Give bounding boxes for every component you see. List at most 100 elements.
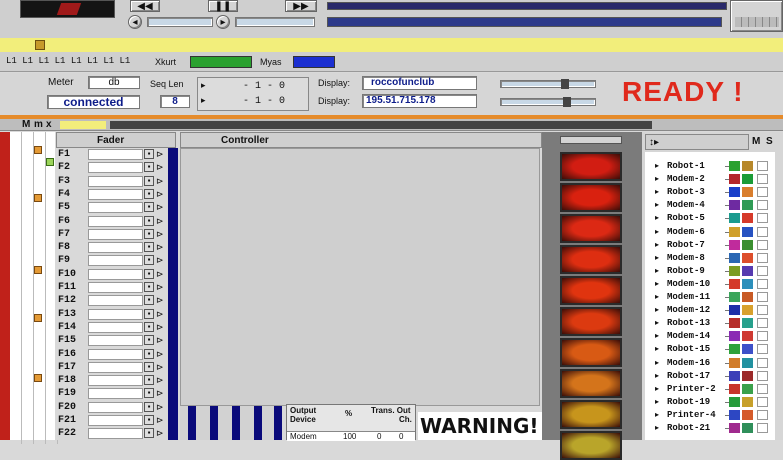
module-color-1[interactable] [729,357,740,368]
module-select-checkbox[interactable] [757,396,768,407]
module-row[interactable]: ▸ Modem-14 [645,330,775,342]
track-cell[interactable] [22,156,34,168]
track-cell[interactable] [22,408,34,420]
fader-mini-icon[interactable]: ▪ [144,202,154,213]
module-color-2[interactable] [742,396,753,407]
fader-play-icon[interactable]: ⊳ [156,428,168,438]
track-cell[interactable] [34,324,46,336]
module-color-2[interactable] [742,331,753,342]
module-select-checkbox[interactable] [757,265,768,276]
module-row[interactable]: ▸ Robot-9 [645,265,775,277]
left-knob-button[interactable]: ◂ [128,15,142,29]
track-cell[interactable] [10,288,22,300]
module-select-checkbox[interactable] [757,357,768,368]
right-slider[interactable] [235,17,315,27]
module-select-checkbox[interactable] [757,278,768,289]
level-slider-2[interactable] [500,97,596,107]
fader-row[interactable]: F20 ▪ ⊳ [56,401,171,414]
track-cell[interactable] [22,240,34,252]
seq-down-icon[interactable]: ▸ [201,96,206,106]
track-cell[interactable] [34,336,46,348]
fader-mini-icon[interactable]: ▪ [144,401,154,412]
fader-play-icon[interactable]: ⊳ [156,229,168,239]
header-yellow-tabs[interactable] [60,121,106,129]
module-color-2[interactable] [742,423,753,433]
expand-arrow-icon[interactable]: ▸ [655,186,659,198]
module-row[interactable]: ▸ Modem-2 [645,173,775,185]
display-name-field[interactable]: roccofunclub [362,76,477,90]
fader-play-icon[interactable]: ⊳ [156,309,168,319]
fader-play-icon[interactable]: ⊳ [156,388,168,398]
track-cell[interactable] [10,168,22,180]
module-select-checkbox[interactable] [757,239,768,250]
fader-scrollbar[interactable] [168,148,178,440]
track-cell[interactable] [22,348,34,360]
expand-arrow-icon[interactable]: ▸ [655,212,659,224]
track-cell[interactable] [10,216,22,228]
xkurt-color-swatch[interactable] [190,56,252,68]
track-cell[interactable] [10,204,22,216]
fader-mini-icon[interactable]: ▪ [144,428,154,439]
pause-button[interactable]: ❚❚ [208,0,238,12]
fader-mini-icon[interactable]: ▪ [144,388,154,399]
module-select-checkbox[interactable] [757,305,768,316]
module-select-checkbox[interactable] [757,370,768,381]
corner-buttons[interactable] [730,0,783,32]
fader-mini-icon[interactable]: ▪ [144,255,154,266]
module-color-2[interactable] [742,370,753,381]
track-cell[interactable] [34,228,46,240]
fader-mini-icon[interactable]: ▪ [144,242,154,253]
module-color-1[interactable] [729,331,740,342]
module-color-2[interactable] [742,187,753,198]
track-cell[interactable] [10,228,22,240]
track-cell[interactable] [22,132,34,144]
module-color-1[interactable] [729,370,740,381]
expand-arrow-icon[interactable]: ▸ [655,160,659,172]
track-cell[interactable] [22,216,34,228]
track-cell[interactable] [34,348,46,360]
module-select-checkbox[interactable] [757,409,768,420]
track-cell[interactable] [22,228,34,240]
module-color-1[interactable] [729,423,740,433]
fader-mini-icon[interactable]: ▪ [144,175,154,186]
track-cell[interactable] [22,192,34,204]
track-cell[interactable] [22,252,34,264]
module-row[interactable]: ▸ Modem-10 [645,278,775,290]
module-color-1[interactable] [729,200,740,211]
rewind-button[interactable]: ◀◀ [130,0,160,12]
module-row[interactable]: ▸ Robot-21 [645,422,775,434]
track-cell[interactable] [10,132,22,144]
fader-value-box[interactable] [88,268,143,280]
module-row[interactable]: ▸ Robot-3 [645,186,775,198]
fader-value-box[interactable] [88,401,143,413]
module-color-1[interactable] [729,187,740,198]
fader-mini-icon[interactable]: ▪ [144,361,154,372]
track-cell[interactable] [22,432,34,444]
module-select-checkbox[interactable] [757,318,768,329]
track-cell[interactable] [22,288,34,300]
track-marker[interactable] [34,314,42,322]
yellow-strip-toggle[interactable] [35,40,45,50]
expand-arrow-icon[interactable]: ▸ [655,173,659,185]
track-cell[interactable] [34,168,46,180]
expand-arrow-icon[interactable]: ▸ [655,343,659,355]
fader-mini-icon[interactable]: ▪ [144,268,154,279]
module-row[interactable]: ▸ Robot-5 [645,212,775,224]
right-knob-button[interactable]: ▸ [216,15,230,29]
mini-fader-4[interactable] [254,406,262,440]
track-cell[interactable] [10,324,22,336]
fader-play-icon[interactable]: ⊳ [156,349,168,359]
track-cell[interactable] [34,420,46,432]
fader-row[interactable]: F15 ▪ ⊳ [56,334,171,347]
myas-color-swatch[interactable] [293,56,335,68]
module-color-2[interactable] [742,409,753,420]
track-cell[interactable] [34,132,46,144]
track-cell[interactable] [22,300,34,312]
module-select-checkbox[interactable] [757,344,768,355]
fader-play-icon[interactable]: ⊳ [156,402,168,412]
fader-value-box[interactable] [88,255,143,267]
module-row[interactable]: ▸ Modem-11 [645,291,775,303]
modules-sort-header[interactable]: ↕▸ [645,134,749,150]
fader-row[interactable]: F21 ▪ ⊳ [56,414,171,427]
fader-mini-icon[interactable]: ▪ [144,335,154,346]
